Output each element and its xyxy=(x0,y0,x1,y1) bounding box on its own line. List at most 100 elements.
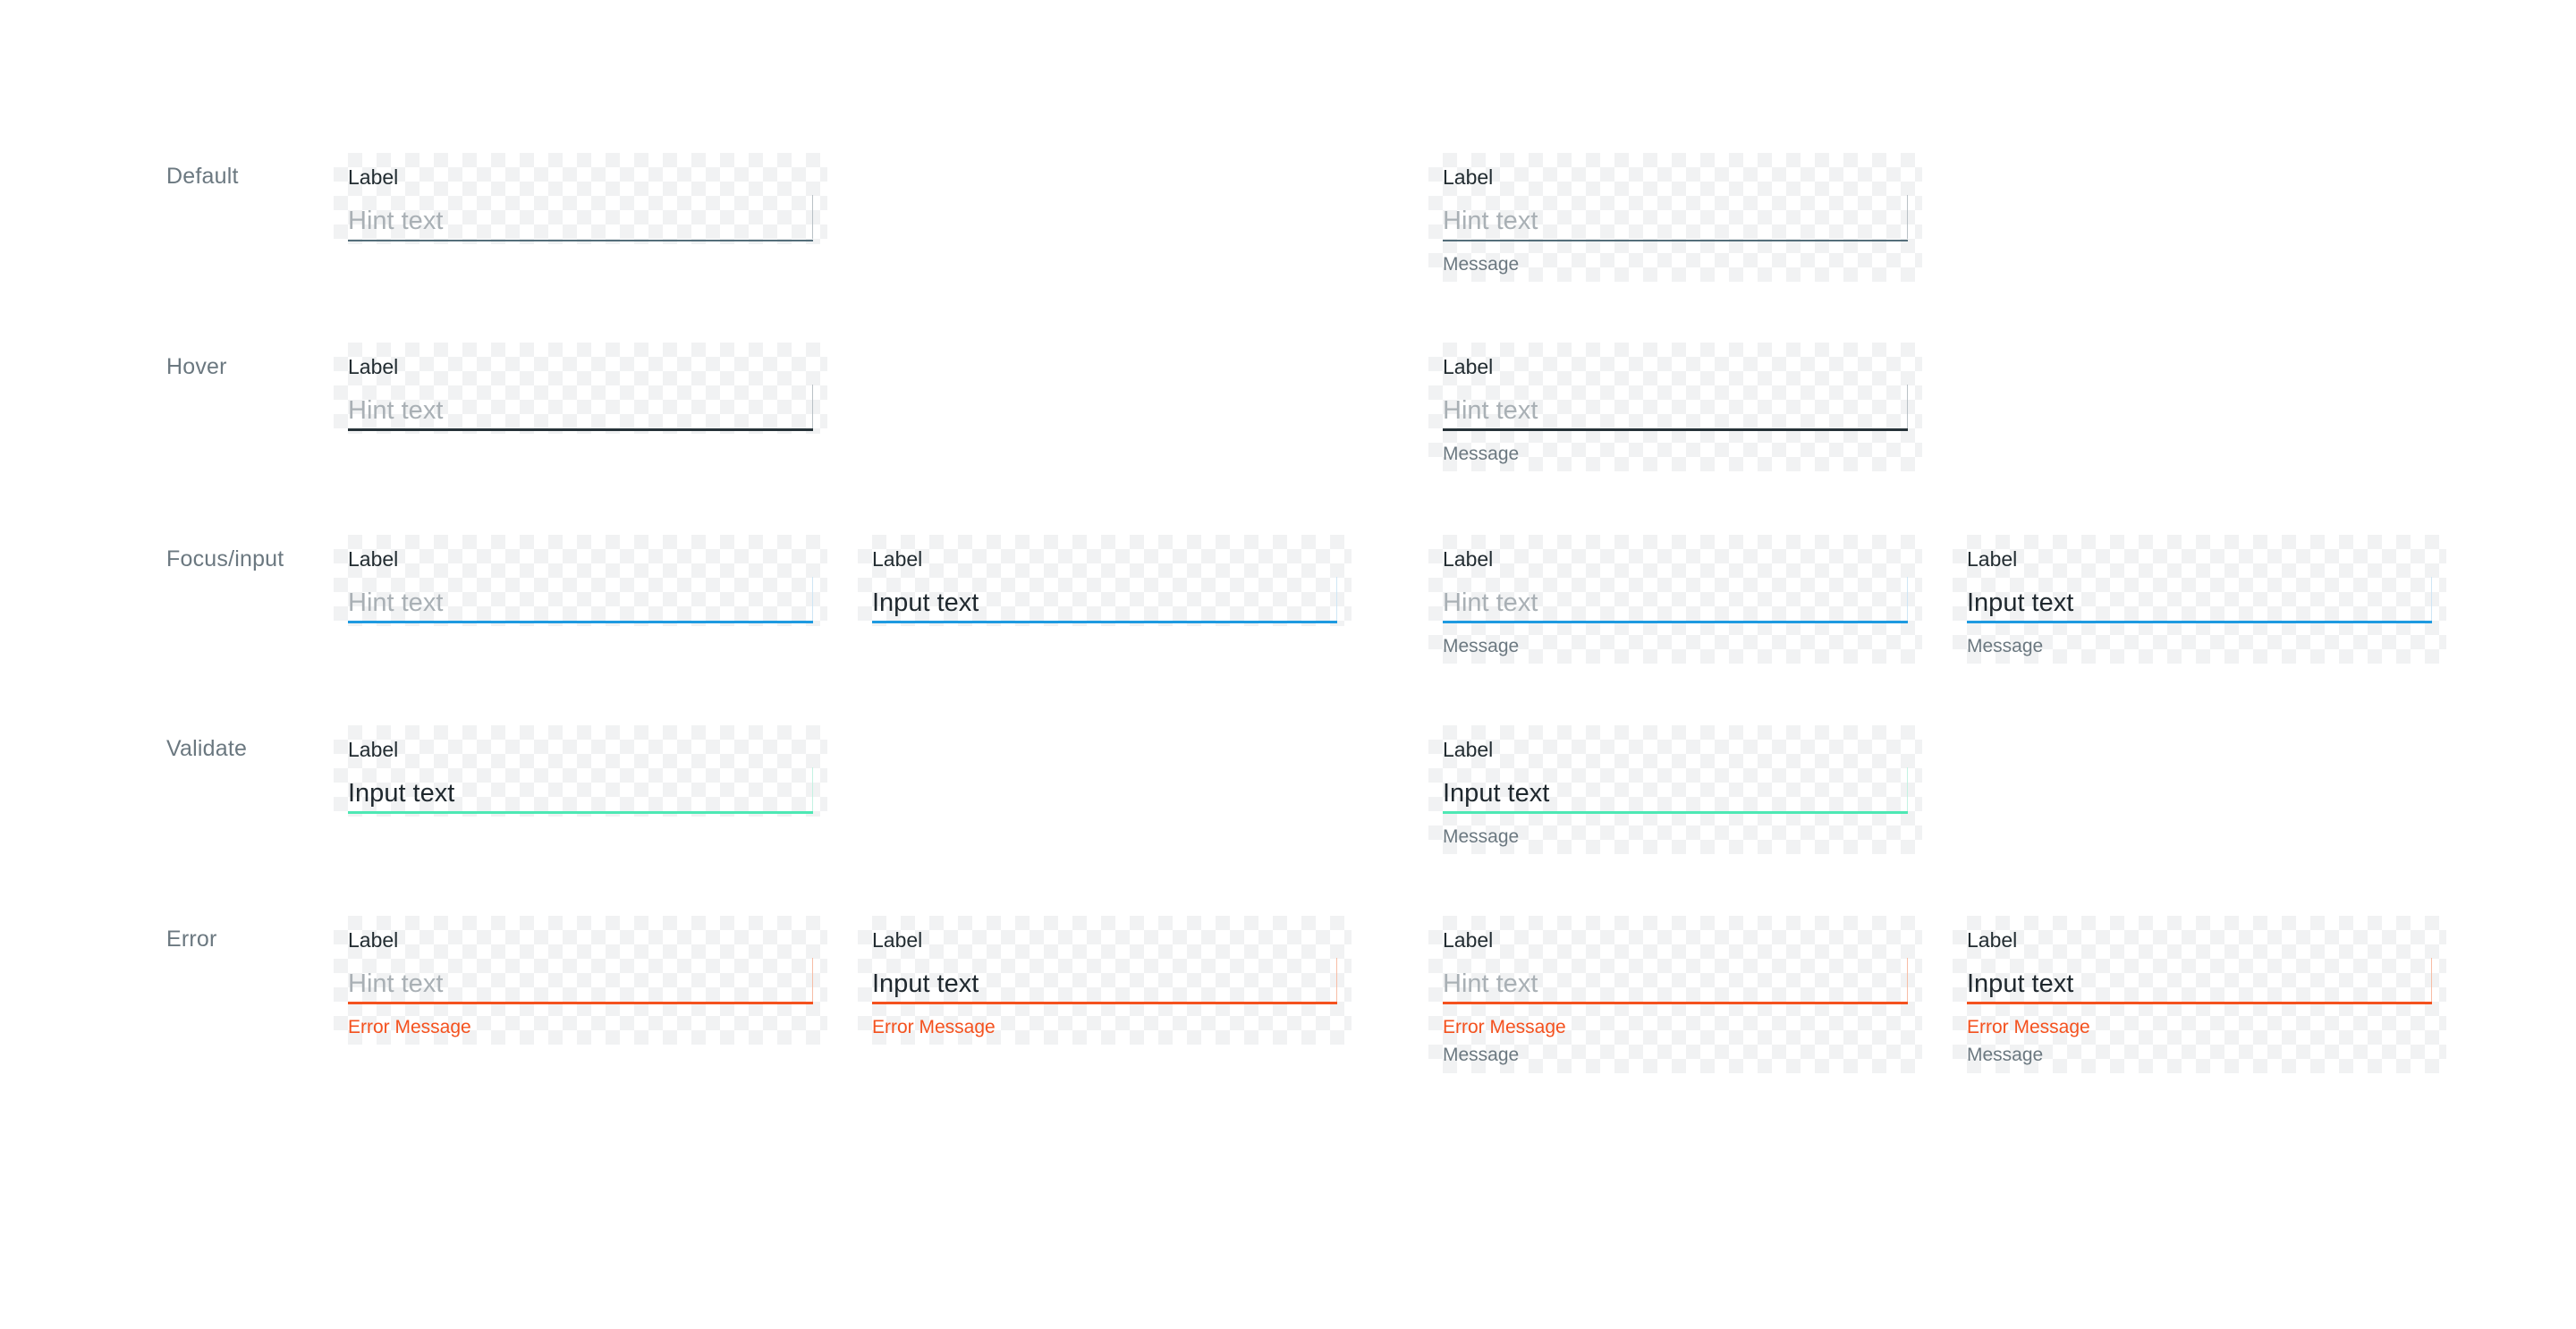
field-input-box[interactable]: Input text xyxy=(348,762,813,814)
field-input-box[interactable]: Hint text xyxy=(1443,379,1908,431)
field-input-box[interactable]: Hint text xyxy=(348,190,813,241)
field-helper-message: Message xyxy=(1443,826,1520,847)
field-cell-focus-c4: Label Input text Message xyxy=(1953,535,2446,664)
field-underline xyxy=(1443,621,1908,623)
field-cell-default-c3: Label Hint text Message xyxy=(1428,153,1922,282)
field-input-text[interactable]: Input text xyxy=(1967,588,2073,618)
field-input-box[interactable]: Input text xyxy=(1967,952,2432,1004)
text-field-validate-c1[interactable]: Label Input text xyxy=(348,738,813,814)
field-hint-text[interactable]: Hint text xyxy=(1443,969,1538,999)
field-label: Label xyxy=(1443,165,1494,189)
text-field-hover-c1[interactable]: Label Hint text xyxy=(348,355,813,431)
field-helper-message: Message xyxy=(1443,444,1520,464)
field-cell-default-c1: Label Hint text xyxy=(334,153,827,244)
field-helper-message: Message xyxy=(1443,636,1520,656)
field-helper-message: Message xyxy=(1967,636,2044,656)
field-underline xyxy=(348,240,813,241)
field-cell-hover-c3: Label Hint text Message xyxy=(1428,343,1922,471)
field-error-message: Error Message xyxy=(1967,1017,2090,1037)
field-input-box[interactable]: Input text xyxy=(1443,762,1908,814)
field-cell-focus-c3: Label Hint text Message xyxy=(1428,535,1922,664)
field-hint-text[interactable]: Hint text xyxy=(348,395,443,426)
field-label: Label xyxy=(1967,928,2018,952)
field-cell-focus-c1: Label Hint text xyxy=(334,535,827,626)
field-underline xyxy=(1443,428,1908,431)
field-input-box[interactable]: Hint text xyxy=(1443,571,1908,623)
row-label-default: Default xyxy=(166,164,239,189)
field-hint-text[interactable]: Hint text xyxy=(1443,206,1538,236)
text-field-focus-c2[interactable]: Label Input text xyxy=(872,547,1337,623)
field-input-box[interactable]: Hint text xyxy=(348,571,813,623)
field-hint-text[interactable]: Hint text xyxy=(348,969,443,999)
field-underline xyxy=(872,1002,1337,1004)
field-cell-hover-c1: Label Hint text xyxy=(334,343,827,434)
field-error-message: Error Message xyxy=(872,1017,996,1037)
field-error-message: Error Message xyxy=(348,1017,471,1037)
field-underline xyxy=(1443,811,1908,814)
text-field-hover-c3[interactable]: Label Hint text Message xyxy=(1443,355,1908,465)
field-input-box[interactable]: Hint text xyxy=(1443,952,1908,1004)
field-label: Label xyxy=(1967,547,2018,571)
row-label-error: Error xyxy=(166,927,217,952)
field-input-box[interactable]: Hint text xyxy=(348,379,813,431)
field-helper-message: Message xyxy=(1443,254,1520,275)
field-hint-text[interactable]: Hint text xyxy=(1443,395,1538,426)
field-input-text[interactable]: Input text xyxy=(1443,778,1549,808)
field-hint-text[interactable]: Hint text xyxy=(348,206,443,236)
text-field-focus-c4[interactable]: Label Input text Message xyxy=(1967,547,2432,657)
field-underline xyxy=(872,621,1337,623)
field-input-box[interactable]: Input text xyxy=(872,952,1337,1004)
text-field-focus-c3[interactable]: Label Hint text Message xyxy=(1443,547,1908,657)
field-label: Label xyxy=(348,547,399,571)
field-input-text[interactable]: Input text xyxy=(872,588,979,618)
field-label: Label xyxy=(1443,547,1494,571)
field-hint-text[interactable]: Hint text xyxy=(1443,588,1538,618)
row-label-hover: Hover xyxy=(166,354,227,379)
text-field-error-c3[interactable]: Label Hint text Error Message Message xyxy=(1443,928,1908,1066)
field-input-box[interactable]: Input text xyxy=(872,571,1337,623)
text-field-spec-sheet: Default Hover Focus/input Validate Error Labe… xyxy=(0,0,2576,1329)
field-input-box[interactable]: Hint text xyxy=(348,952,813,1004)
field-underline xyxy=(348,428,813,431)
field-cell-error-c3: Label Hint text Error Message Message xyxy=(1428,916,1922,1073)
field-helper-message: Message xyxy=(1967,1045,2044,1065)
field-helper-message: Message xyxy=(1443,1045,1520,1065)
field-hint-text[interactable]: Hint text xyxy=(348,588,443,618)
field-cell-error-c1: Label Hint text Error Message xyxy=(334,916,827,1045)
field-underline xyxy=(1443,240,1908,241)
field-label: Label xyxy=(872,547,923,571)
field-underline xyxy=(348,1002,813,1004)
text-field-error-c2[interactable]: Label Input text Error Message xyxy=(872,928,1337,1038)
row-label-focus: Focus/input xyxy=(166,546,284,571)
field-input-text[interactable]: Input text xyxy=(1967,969,2073,999)
row-label-validate: Validate xyxy=(166,736,248,761)
field-cell-validate-c3: Label Input text Message xyxy=(1428,725,1922,854)
field-label: Label xyxy=(1443,928,1494,952)
field-label: Label xyxy=(348,738,399,761)
text-field-error-c4[interactable]: Label Input text Error Message Message xyxy=(1967,928,2432,1066)
text-field-validate-c3[interactable]: Label Input text Message xyxy=(1443,738,1908,848)
field-input-text[interactable]: Input text xyxy=(348,778,454,808)
field-input-box[interactable]: Input text xyxy=(1967,571,2432,623)
field-underline xyxy=(1967,621,2432,623)
field-underline xyxy=(1967,1002,2432,1004)
field-underline xyxy=(1443,1002,1908,1004)
text-field-default-c3[interactable]: Label Hint text Message xyxy=(1443,165,1908,275)
field-underline xyxy=(348,811,813,814)
field-input-box[interactable]: Hint text xyxy=(1443,190,1908,241)
text-field-focus-c1[interactable]: Label Hint text xyxy=(348,547,813,623)
field-label: Label xyxy=(872,928,923,952)
field-error-message: Error Message xyxy=(1443,1017,1566,1037)
text-field-default-c1[interactable]: Label Hint text xyxy=(348,165,813,241)
field-input-text[interactable]: Input text xyxy=(872,969,979,999)
field-cell-focus-c2: Label Input text xyxy=(858,535,1352,626)
field-underline xyxy=(348,621,813,623)
field-cell-validate-c1: Label Input text xyxy=(334,725,827,817)
text-field-error-c1[interactable]: Label Hint text Error Message xyxy=(348,928,813,1038)
field-label: Label xyxy=(348,165,399,189)
field-label: Label xyxy=(1443,738,1494,761)
field-cell-error-c2: Label Input text Error Message xyxy=(858,916,1352,1045)
field-cell-error-c4: Label Input text Error Message Message xyxy=(1953,916,2446,1073)
field-label: Label xyxy=(348,928,399,952)
field-label: Label xyxy=(1443,355,1494,378)
